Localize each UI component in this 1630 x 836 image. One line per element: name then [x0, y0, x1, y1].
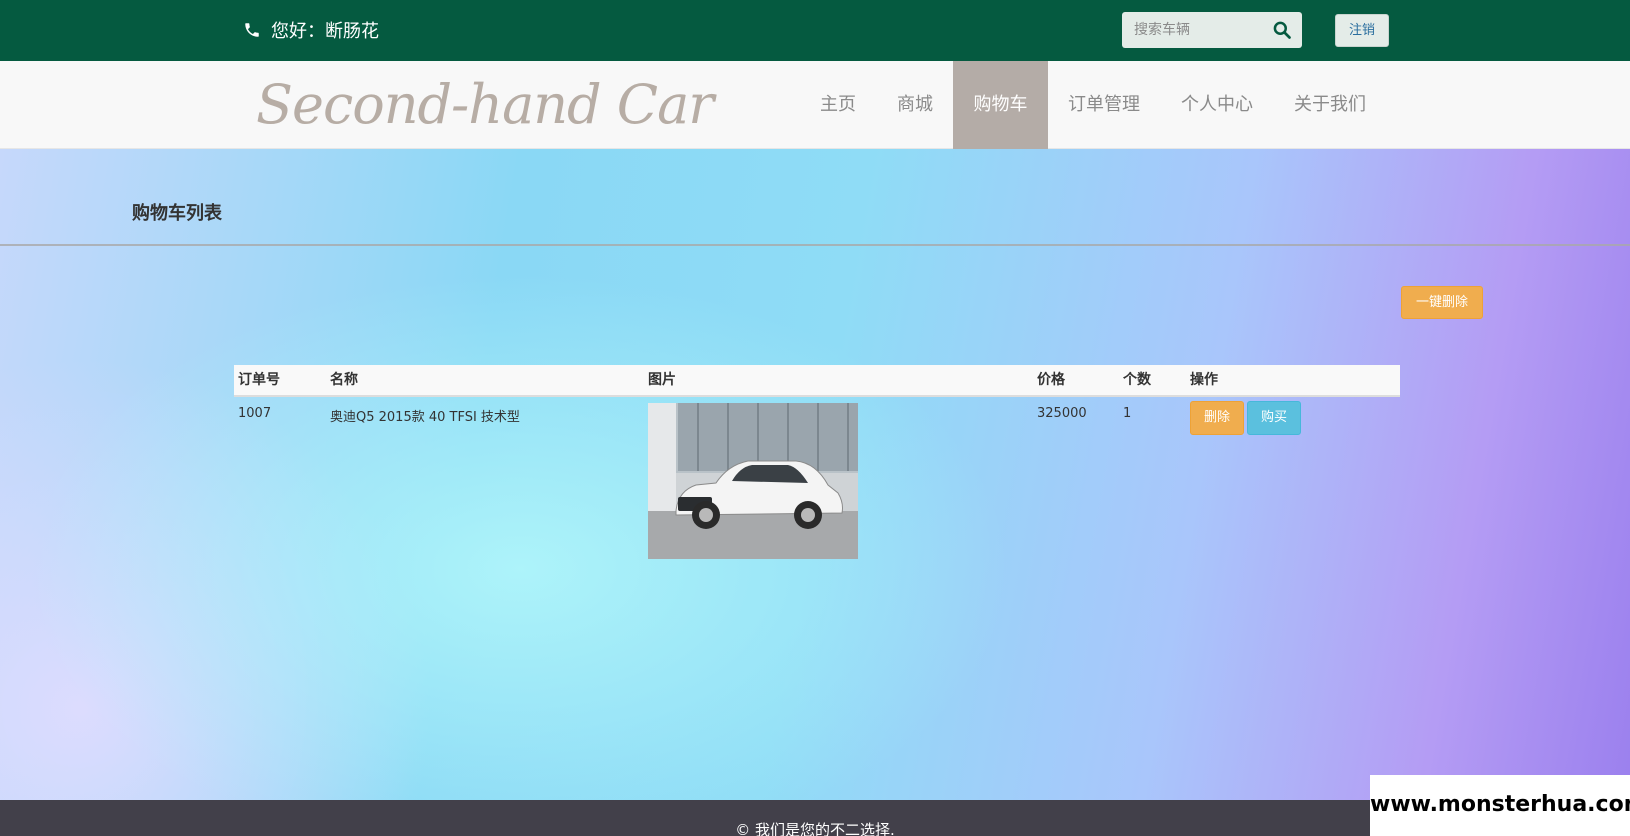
- delete-all-button[interactable]: 一键删除: [1401, 286, 1483, 319]
- main-navbar: Second-hand Car 主页 商城 购物车 订单管理 个人中心 关于我们: [0, 61, 1630, 149]
- search-input[interactable]: [1122, 12, 1262, 48]
- search-icon[interactable]: [1272, 20, 1292, 40]
- table-header: 订单号 名称 图片 价格 个数 操作: [234, 365, 1400, 397]
- car-price: 325000: [1037, 406, 1087, 421]
- car-name: 奥迪Q5 2015款 40 TFSI 技术型: [330, 410, 520, 425]
- search-box: [1122, 12, 1302, 48]
- user-greeting: 您好：断肠花: [243, 17, 379, 43]
- order-number: 1007: [238, 406, 272, 421]
- column-header-actions: 操作: [1190, 372, 1218, 388]
- table-row: 1007 奥迪Q5 2015款 40 TFSI 技术型 325000 1 删除 …: [234, 397, 1400, 565]
- nav-home[interactable]: 主页: [800, 61, 876, 149]
- logout-button[interactable]: 注销: [1335, 14, 1389, 47]
- column-header-name: 名称: [330, 372, 358, 388]
- column-header-price: 价格: [1037, 372, 1065, 388]
- car-photo: [648, 403, 858, 559]
- cart-table: 订单号 名称 图片 价格 个数 操作 1007 奥迪Q5 2015款 40 TF…: [234, 365, 1400, 565]
- top-bar: 您好：断肠花 注销: [0, 0, 1630, 61]
- main-content: 购物车列表 一键删除 订单号 名称 图片 价格 个数 操作 1007 奥迪Q5 …: [0, 149, 1630, 800]
- car-photo-image: [648, 403, 858, 559]
- nav-mall[interactable]: 商城: [876, 61, 954, 149]
- page-title: 购物车列表: [132, 203, 222, 224]
- nav-about-us[interactable]: 关于我们: [1274, 61, 1386, 149]
- phone-icon: [245, 23, 259, 37]
- nav-cart[interactable]: 购物车: [953, 61, 1048, 149]
- buy-button[interactable]: 购买: [1247, 401, 1301, 435]
- nav-personal-center[interactable]: 个人中心: [1160, 61, 1274, 149]
- greeting-text: 您好：断肠花: [271, 21, 379, 42]
- watermark-text: www.monsterhua.com: [1370, 775, 1630, 836]
- column-header-quantity: 个数: [1123, 372, 1151, 388]
- nav-order-management[interactable]: 订单管理: [1048, 61, 1160, 149]
- column-header-order-no: 订单号: [238, 372, 280, 388]
- site-logo[interactable]: Second-hand Car: [256, 65, 714, 145]
- column-header-image: 图片: [648, 372, 676, 388]
- car-quantity: 1: [1123, 406, 1132, 421]
- heading-divider: [0, 244, 1630, 246]
- delete-button[interactable]: 删除: [1190, 401, 1244, 435]
- footer-text: © 我们是您的不二选择.: [735, 821, 895, 836]
